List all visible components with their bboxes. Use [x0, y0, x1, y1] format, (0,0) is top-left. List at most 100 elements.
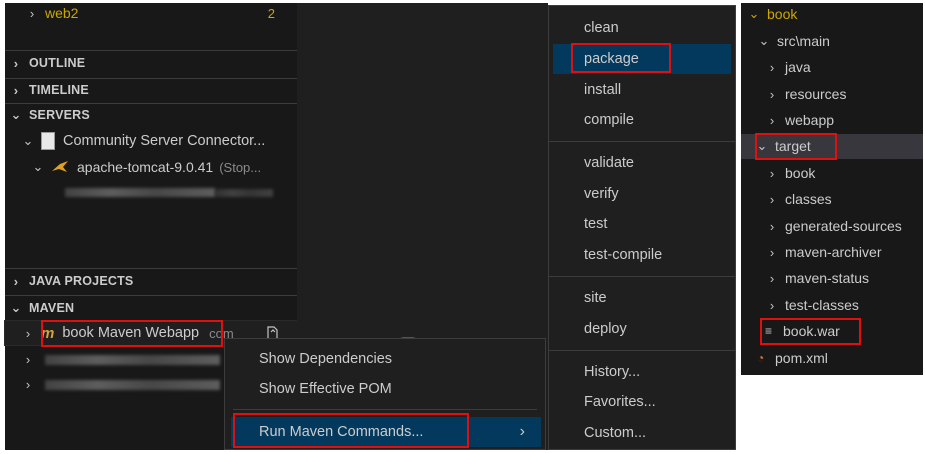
redacted-text	[45, 355, 220, 365]
rss-icon: ◔	[757, 351, 765, 365]
tree-item-generated-sources[interactable]: › generated-sources	[765, 215, 902, 237]
section-divider	[5, 78, 297, 79]
tree-item-maven-archiver[interactable]: › maven-archiver	[765, 241, 882, 263]
chevron-right-icon: ›	[769, 191, 775, 207]
section-maven[interactable]: ⌄ MAVEN	[9, 298, 74, 318]
chevron-right-icon: ›	[769, 218, 775, 234]
tomcat-label: apache-tomcat-9.0.41	[77, 159, 214, 175]
menu-item-label: Show Effective POM	[259, 381, 392, 397]
chevron-right-icon: ›	[519, 423, 525, 440]
section-divider	[5, 295, 297, 296]
chevron-right-icon: ›	[25, 376, 31, 392]
tree-item-pom-xml[interactable]: ◔ pom.xml	[757, 347, 828, 369]
menu-item-test[interactable]: test	[549, 212, 735, 236]
tree-item-webapp[interactable]: › webapp	[765, 109, 834, 131]
tree-item-book-root[interactable]: ⌄ book	[747, 3, 798, 25]
context-menu: Show Dependencies Show Effective POM Run…	[224, 338, 546, 450]
section-timeline-label: TIMELINE	[29, 83, 89, 97]
chevron-right-icon: ›	[25, 351, 31, 367]
tree-item-book-war[interactable]: ≡ book.war	[765, 320, 840, 342]
redacted-text	[45, 380, 220, 390]
tree-item-redacted[interactable]: ›	[21, 348, 41, 370]
tree-item-label: book.war	[783, 323, 840, 339]
section-servers-label: SERVERS	[29, 108, 90, 122]
section-outline[interactable]: › OUTLINE	[9, 53, 85, 73]
tree-item-server-connector[interactable]: ⌄ Community Server Connector...	[21, 129, 265, 153]
menu-item-test-compile[interactable]: test-compile	[549, 243, 735, 267]
menu-item-site[interactable]: site	[549, 286, 735, 310]
tree-item-resources[interactable]: › resources	[765, 83, 847, 105]
chevron-down-icon: ⌄	[756, 138, 768, 153]
menu-item-label: Run Maven Commands...	[259, 424, 424, 440]
tree-item-label: test-classes	[785, 297, 859, 313]
tree-item-classes[interactable]: › classes	[765, 188, 832, 210]
tree-item-label: book	[767, 6, 798, 22]
chevron-right-icon: ›	[13, 82, 19, 98]
menu-item-run-maven-commands[interactable]: Run Maven Commands... ›	[231, 417, 541, 447]
chevron-right-icon: ›	[769, 59, 775, 75]
menu-item-custom[interactable]: Custom...	[549, 421, 735, 445]
menu-item-label: clean	[584, 20, 619, 36]
chevron-down-icon: ⌄	[758, 33, 770, 48]
section-divider	[5, 50, 297, 51]
section-maven-label: MAVEN	[29, 301, 75, 315]
tree-item-target-book[interactable]: › book	[765, 162, 816, 184]
tree-item-src-main[interactable]: ⌄ src\main	[757, 30, 830, 52]
section-java-projects-label: JAVA PROJECTS	[29, 274, 134, 288]
chevron-down-icon: ⌄	[10, 107, 22, 122]
section-servers[interactable]: ⌄ SERVERS	[9, 105, 90, 125]
menu-item-history[interactable]: History...	[549, 360, 735, 384]
menu-separator	[549, 276, 735, 277]
tree-item-target[interactable]: ⌄ target	[755, 135, 811, 157]
menu-item-label: site	[584, 290, 607, 306]
redacted-text	[65, 188, 215, 197]
menu-item-label: Custom...	[584, 425, 647, 441]
section-timeline[interactable]: › TIMELINE	[9, 80, 89, 100]
maven-icon: m	[41, 324, 55, 342]
tree-item-java[interactable]: › java	[765, 56, 811, 78]
chevron-right-icon: ›	[29, 5, 35, 21]
maven-commands-menu: clean package install compile validate v…	[548, 5, 736, 450]
section-divider	[5, 268, 297, 269]
menu-item-deploy[interactable]: deploy	[549, 317, 735, 341]
menu-item-show-dependencies[interactable]: Show Dependencies	[225, 347, 545, 371]
tree-item-label: maven-status	[785, 270, 870, 286]
menu-item-label: deploy	[584, 321, 627, 337]
tree-item-label: target	[775, 138, 811, 154]
maven-project-label: book Maven Webapp	[62, 325, 200, 341]
tree-item-label: resources	[785, 86, 847, 102]
menu-item-verify[interactable]: verify	[549, 182, 735, 206]
menu-separator	[549, 350, 735, 351]
menu-item-compile[interactable]: compile	[549, 108, 735, 132]
tree-item-label: pom.xml	[775, 350, 828, 366]
tree-item-label: book	[785, 165, 816, 181]
tree-item-maven-status[interactable]: › maven-status	[765, 267, 869, 289]
tree-item-tomcat[interactable]: ⌄ apache-tomcat-9.0.41 (Stop...	[31, 156, 262, 178]
menu-item-install[interactable]: install	[549, 78, 735, 102]
server-connector-label: Community Server Connector...	[63, 133, 266, 149]
tree-item-label: src\main	[777, 33, 830, 49]
section-java-projects[interactable]: › JAVA PROJECTS	[9, 271, 134, 291]
tree-item-label: java	[785, 59, 811, 75]
menu-item-label: test-compile	[584, 247, 663, 263]
chevron-down-icon: ⌄	[748, 6, 760, 21]
menu-item-package[interactable]: package	[553, 44, 731, 74]
tree-item-maven-project[interactable]: › m book Maven Webapp com	[21, 321, 234, 345]
tree-item-test-classes[interactable]: › test-classes	[765, 294, 859, 316]
file-tree-panel: ⌄ book ⌄ src\main › java › resources › w…	[741, 3, 923, 375]
menu-item-label: Favorites...	[584, 394, 656, 410]
file-lines-icon: ≡	[765, 324, 773, 338]
web2-label: web2	[45, 5, 79, 21]
menu-item-label: validate	[584, 155, 634, 171]
menu-item-show-effective-pom[interactable]: Show Effective POM	[225, 377, 545, 401]
menu-item-label: History...	[584, 364, 641, 380]
menu-item-validate[interactable]: validate	[549, 151, 735, 175]
chevron-right-icon: ›	[769, 270, 775, 286]
tree-item-redacted[interactable]: ›	[21, 373, 41, 395]
menu-item-favorites[interactable]: Favorites...	[549, 390, 735, 414]
tree-item-label: maven-archiver	[785, 244, 882, 260]
menu-item-clean[interactable]: clean	[549, 16, 735, 40]
tree-item-web2[interactable]: › web2 2	[25, 3, 295, 23]
chevron-right-icon: ›	[13, 273, 19, 289]
tree-item-label: classes	[785, 191, 832, 207]
